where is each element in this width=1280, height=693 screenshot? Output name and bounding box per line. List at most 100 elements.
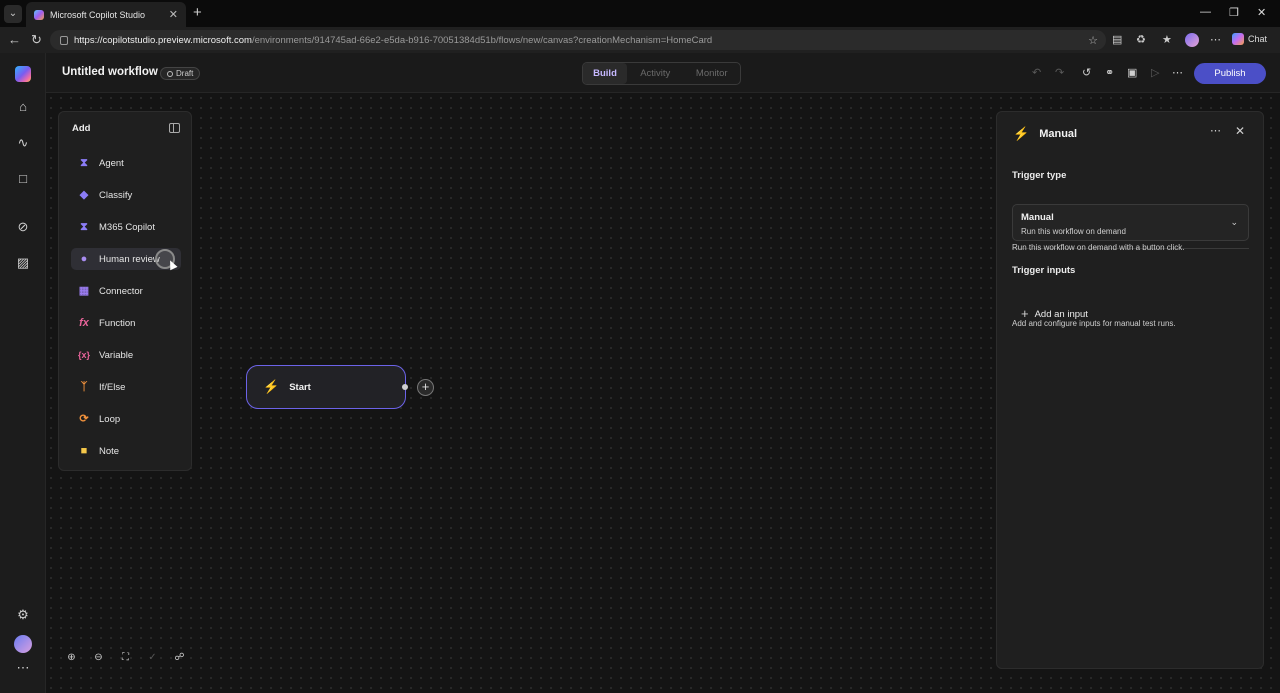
add-item-note[interactable]: ■ Note bbox=[71, 440, 181, 462]
properties-header: ⚡ Manual bbox=[1013, 126, 1077, 142]
tab-actions-menu-icon[interactable]: ⌄ bbox=[4, 5, 22, 23]
close-icon[interactable]: ✕ bbox=[1235, 124, 1245, 138]
draft-status-icon bbox=[167, 71, 173, 77]
connector-icon: ▦ bbox=[78, 285, 90, 297]
start-node[interactable]: ⚡ Start bbox=[246, 365, 406, 409]
url-host: https://copilotstudio.preview.microsoft.… bbox=[74, 34, 252, 46]
mode-tabs: Build Activity Monitor bbox=[582, 62, 741, 85]
add-panel-title: Add bbox=[72, 123, 91, 134]
add-item-label: Note bbox=[99, 445, 120, 457]
redo-icon[interactable]: ↷ bbox=[1055, 67, 1064, 79]
back-icon[interactable]: ← bbox=[8, 33, 21, 46]
add-input-label: Add an input bbox=[1034, 308, 1088, 320]
node-output-handle[interactable] bbox=[402, 384, 408, 390]
maximize-icon[interactable]: ❐ bbox=[1229, 6, 1239, 19]
favorites-icon[interactable]: ★ bbox=[1162, 34, 1172, 46]
workflow-header: Untitled workflow Draft Build Activity M… bbox=[46, 53, 1280, 93]
trigger-type-description: Run this workflow on demand bbox=[1021, 227, 1126, 236]
lightning-icon: ⚡ bbox=[263, 379, 280, 394]
m365-copilot-icon: ⧗ bbox=[80, 221, 88, 233]
history-icon[interactable]: ↺ bbox=[1082, 67, 1091, 79]
extensions-icon[interactable]: ♻ bbox=[1136, 34, 1146, 46]
copilot-chat-button[interactable]: Chat bbox=[1232, 33, 1267, 45]
tab-build[interactable]: Build bbox=[583, 63, 627, 84]
close-tab-icon[interactable]: ✕ bbox=[169, 8, 178, 21]
run-icon[interactable]: ▷ bbox=[1151, 67, 1159, 79]
add-item-agent[interactable]: ⧗ Agent bbox=[71, 152, 181, 174]
start-node-label: Start bbox=[289, 381, 311, 393]
undo-icon[interactable]: ↶ bbox=[1032, 67, 1041, 79]
trigger-type-value: Manual bbox=[1021, 212, 1054, 223]
trigger-help-text: Run this workflow on demand with a butto… bbox=[1012, 243, 1185, 252]
publish-button[interactable]: Publish bbox=[1194, 63, 1266, 84]
mouse-pointer-icon bbox=[166, 258, 178, 271]
agents-icon[interactable]: ⊘ bbox=[15, 219, 31, 235]
chat-icon[interactable]: □ bbox=[15, 171, 31, 187]
canvas-controls: ⊕ ⊖ ⛶ ✓ ☍ bbox=[58, 649, 193, 667]
favorite-star-icon[interactable]: ☆ bbox=[1088, 34, 1098, 47]
add-panel: Add ⧗ Agent ◆ Classify ⧗ M365 Copilot ● … bbox=[58, 111, 192, 471]
lightning-icon: ⚡ bbox=[1013, 126, 1030, 141]
collections-icon[interactable]: ▤ bbox=[1112, 34, 1122, 46]
close-window-icon[interactable]: ✕ bbox=[1257, 6, 1266, 19]
copilot-studio-favicon-icon bbox=[34, 9, 44, 20]
more-actions-icon[interactable]: ⋯ bbox=[1172, 67, 1183, 79]
save-icon[interactable]: ▣ bbox=[1127, 67, 1137, 79]
workflow-canvas[interactable]: Add ⧗ Agent ◆ Classify ⧗ M365 Copilot ● … bbox=[46, 93, 1280, 691]
tab-activity[interactable]: Activity bbox=[627, 63, 684, 84]
add-step-button[interactable]: + bbox=[417, 379, 434, 396]
chat-label: Chat bbox=[1248, 34, 1268, 44]
share-graph-icon[interactable]: ☍ bbox=[166, 649, 193, 667]
add-item-label: Classify bbox=[99, 189, 133, 201]
tab-monitor[interactable]: Monitor bbox=[684, 63, 741, 84]
add-item-label: Connector bbox=[99, 285, 143, 297]
status-badge: Draft bbox=[160, 67, 201, 80]
inputs-help-text: Add and configure inputs for manual test… bbox=[1012, 319, 1176, 328]
add-item-label: If/Else bbox=[99, 381, 126, 393]
copilot-studio-app: ⌂ ∿ □ ⊘ ▨ ⚙ ⋯ Untitled workflow Draft Bu… bbox=[0, 53, 1280, 693]
classify-icon: ◆ bbox=[79, 189, 89, 201]
profile-avatar[interactable] bbox=[1185, 33, 1199, 47]
add-item-if-else[interactable]: ᛉ If/Else bbox=[71, 376, 181, 398]
refresh-icon[interactable]: ↻ bbox=[31, 33, 42, 46]
add-item-function[interactable]: fx Function bbox=[71, 312, 181, 334]
library-icon[interactable]: ▨ bbox=[15, 255, 31, 271]
add-item-classify[interactable]: ◆ Classify bbox=[71, 184, 181, 206]
more-options-icon[interactable]: ⋯ bbox=[15, 660, 31, 676]
browser-tab[interactable]: Microsoft Copilot Studio ✕ bbox=[26, 2, 186, 27]
address-bar-input[interactable]: https://copilotstudio.preview.microsoft.… bbox=[50, 30, 1106, 50]
new-tab-icon[interactable]: + bbox=[193, 5, 202, 21]
settings-icon[interactable]: ⚙ bbox=[15, 607, 31, 623]
human-review-icon: ● bbox=[80, 253, 88, 265]
zoom-in-icon[interactable]: ⊕ bbox=[58, 649, 85, 667]
add-item-m365-copilot[interactable]: ⧗ M365 Copilot bbox=[71, 216, 181, 238]
trigger-type-select[interactable]: Manual Run this workflow on demand ⌄ bbox=[1012, 204, 1249, 241]
link-icon[interactable]: ⚭ bbox=[1105, 67, 1114, 79]
tab-title: Microsoft Copilot Studio bbox=[50, 9, 146, 20]
properties-panel: ⚡ Manual ⋯ ✕ Trigger type Manual Run thi… bbox=[996, 111, 1264, 669]
zoom-out-icon[interactable]: ⊖ bbox=[85, 649, 112, 667]
minimize-icon[interactable]: — bbox=[1200, 6, 1211, 18]
add-item-label: Loop bbox=[99, 413, 121, 425]
browser-toolbar: ← ↻ https://copilotstudio.preview.micros… bbox=[0, 27, 1280, 53]
add-item-label: Agent bbox=[99, 157, 124, 169]
activity-icon[interactable]: ∿ bbox=[15, 135, 31, 151]
site-info-icon[interactable] bbox=[60, 35, 68, 45]
left-nav-rail: ⌂ ∿ □ ⊘ ▨ ⚙ ⋯ bbox=[0, 53, 46, 693]
user-avatar[interactable] bbox=[14, 635, 32, 653]
add-item-loop[interactable]: ⟳ Loop bbox=[71, 408, 181, 430]
add-item-variable[interactable]: {x} Variable bbox=[71, 344, 181, 366]
variable-icon: {x} bbox=[77, 350, 90, 360]
home-icon[interactable]: ⌂ bbox=[15, 99, 31, 115]
tidy-layout-icon[interactable]: ✓ bbox=[139, 649, 166, 667]
add-item-human-review[interactable]: ● Human review bbox=[71, 248, 181, 271]
more-icon[interactable]: ⋯ bbox=[1210, 34, 1221, 46]
copilot-studio-logo-icon[interactable] bbox=[15, 66, 31, 82]
toggle-panel-icon[interactable] bbox=[169, 123, 180, 133]
loop-icon: ⟳ bbox=[79, 413, 89, 425]
workflow-title[interactable]: Untitled workflow bbox=[62, 66, 158, 78]
add-item-label: Variable bbox=[99, 349, 134, 361]
add-item-connector[interactable]: ▦ Connector bbox=[71, 280, 181, 302]
more-options-icon[interactable]: ⋯ bbox=[1210, 124, 1221, 137]
fit-view-icon[interactable]: ⛶ bbox=[112, 649, 139, 667]
